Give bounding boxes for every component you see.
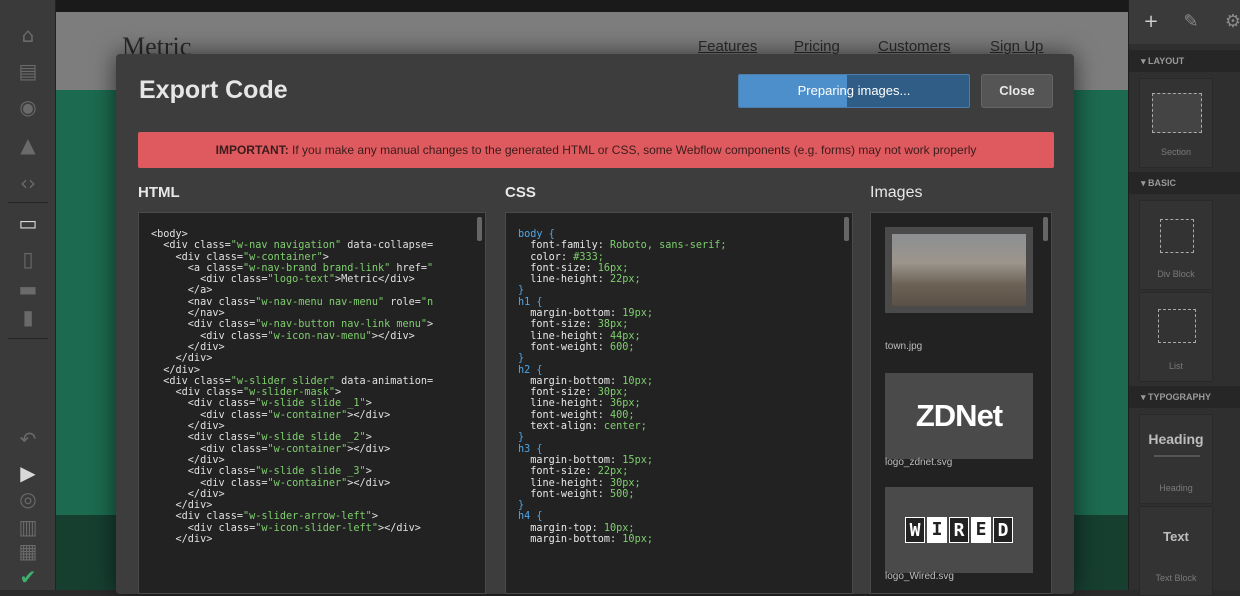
export-code-modal: Export Code Preparing images... Close IM…: [116, 54, 1074, 594]
grid-icon[interactable]: ▥: [16, 516, 40, 538]
layout-icon[interactable]: ▦: [16, 540, 40, 562]
wired-letter: R: [949, 517, 969, 543]
progress-text: Preparing images...: [797, 83, 911, 98]
site-nav-signup: Sign Up: [990, 38, 1044, 55]
image-thumb-town[interactable]: [885, 227, 1033, 313]
show-edges-icon[interactable]: ◎: [16, 488, 40, 510]
html-code-panel[interactable]: <body> <div class="w-nav navigation" dat…: [138, 212, 486, 594]
text-preview: Text: [1163, 529, 1189, 544]
css-code[interactable]: body { font-family: Roboto, sans-serif; …: [506, 213, 852, 561]
left-toolbar: ⌂ ▤ ◉ ▲ ‹› ▭ ▯ ▬ ▮ ↶ ▶ ◎ ▥ ▦ ✔: [0, 0, 56, 590]
section-typography[interactable]: ▾ TYPOGRAPHY: [1129, 386, 1240, 408]
element-div-block[interactable]: Div Block: [1139, 200, 1213, 290]
html-heading: HTML: [138, 184, 180, 201]
wired-letter: W: [905, 517, 925, 543]
element-label: List: [1168, 361, 1183, 371]
progress-bar: Preparing images...: [738, 74, 970, 108]
tablet-view-icon[interactable]: ▯: [16, 248, 40, 270]
html-scrollbar[interactable]: [477, 217, 482, 241]
mobile-portrait-icon[interactable]: ▮: [16, 306, 40, 328]
image-caption: logo_Wired.svg: [885, 571, 954, 582]
warning-strong: IMPORTANT:: [215, 143, 289, 157]
list-icon: [1158, 309, 1196, 343]
element-list[interactable]: List: [1139, 292, 1213, 382]
section-layout[interactable]: ▾ LAYOUT: [1129, 50, 1240, 72]
element-text-block[interactable]: Text Text Block: [1139, 506, 1213, 596]
wired-letter: D: [993, 517, 1013, 543]
panel-tabs: + ✎ ⚙: [1129, 0, 1240, 44]
code-icon[interactable]: ‹›: [16, 172, 40, 194]
site-nav-customers: Customers: [878, 38, 951, 55]
element-label: Section: [1160, 147, 1192, 157]
element-heading[interactable]: Heading Heading: [1139, 414, 1213, 504]
section-label: TYPOGRAPHY: [1148, 392, 1212, 402]
section-label: BASIC: [1148, 178, 1177, 188]
images-heading: Images: [870, 184, 923, 201]
modal-title: Export Code: [139, 76, 288, 104]
wired-letter: I: [927, 517, 947, 543]
images-panel[interactable]: town.jpg ZDNet logo_zdnet.svg WIRED logo…: [870, 212, 1052, 594]
warning-banner: IMPORTANT: If you make any manual change…: [138, 132, 1054, 168]
home-icon[interactable]: ⌂: [16, 24, 40, 46]
css-code-panel[interactable]: body { font-family: Roboto, sans-serif; …: [505, 212, 853, 594]
image-thumb-zdnet[interactable]: ZDNet: [885, 373, 1033, 459]
element-label: Div Block: [1157, 269, 1195, 279]
section-label: LAYOUT: [1148, 56, 1185, 66]
element-label: Text Block: [1155, 573, 1197, 583]
element-section[interactable]: Section: [1139, 78, 1213, 168]
symbols-icon[interactable]: ◉: [16, 96, 40, 118]
town-photo: [892, 234, 1026, 306]
add-elements-icon[interactable]: +: [1139, 10, 1163, 34]
div-block-icon: [1160, 219, 1194, 253]
pages-icon[interactable]: ▤: [16, 60, 40, 82]
images-scrollbar[interactable]: [1043, 217, 1048, 241]
gear-icon[interactable]: ⚙: [1221, 10, 1240, 34]
section-icon: [1152, 93, 1202, 133]
site-nav-features: Features: [698, 38, 758, 55]
image-thumb-wired[interactable]: WIRED: [885, 487, 1033, 573]
check-icon[interactable]: ✔: [16, 566, 40, 588]
html-code[interactable]: <body> <div class="w-nav navigation" dat…: [139, 213, 485, 561]
brush-icon[interactable]: ✎: [1179, 10, 1203, 34]
undo-redo-icon[interactable]: ↶: [16, 428, 40, 450]
desktop-view-icon[interactable]: ▭: [16, 212, 40, 234]
wired-letter: E: [971, 517, 991, 543]
preview-icon[interactable]: ▶: [16, 462, 40, 484]
zdnet-logo: ZDNet: [915, 398, 1003, 433]
image-caption: logo_zdnet.svg: [885, 457, 953, 468]
css-scrollbar[interactable]: [844, 217, 849, 241]
section-basic[interactable]: ▾ BASIC: [1129, 172, 1240, 194]
element-label: Heading: [1159, 483, 1193, 493]
warning-text: If you make any manual changes to the ge…: [288, 143, 977, 157]
close-button[interactable]: Close: [981, 74, 1053, 108]
css-heading: CSS: [505, 184, 536, 201]
image-caption: town.jpg: [885, 341, 923, 352]
heading-lines-icon: [1154, 455, 1200, 457]
publish-rocket-icon[interactable]: ▲: [16, 134, 40, 156]
site-nav-pricing: Pricing: [794, 38, 840, 55]
right-panel: + ✎ ⚙ ▾ LAYOUT Section ▾ BASIC Div Block…: [1128, 0, 1240, 596]
mobile-landscape-icon[interactable]: ▬: [16, 278, 40, 300]
heading-preview: Heading: [1148, 431, 1204, 447]
wired-logo: WIRED: [892, 494, 1026, 566]
